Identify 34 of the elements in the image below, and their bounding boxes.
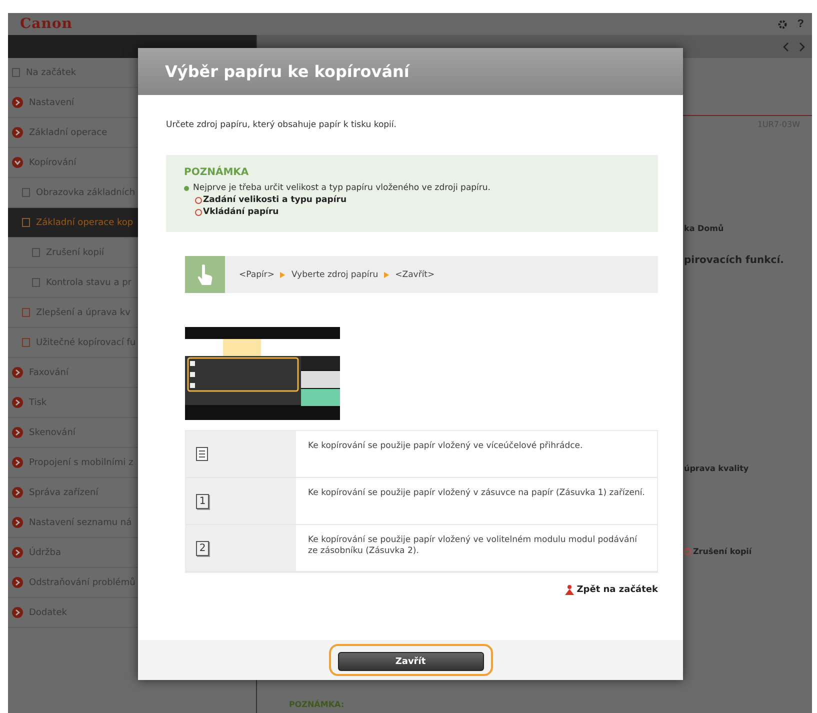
- back-to-top-link[interactable]: Zpět na začátek: [564, 585, 658, 595]
- table-cell-text: Ke kopírování se použije papír vložený ve víceúčelové přihrádce.: [307, 440, 584, 453]
- table-cell-text: Ke kopírování se použije papír vložený v zásuvce na papír (Zásuvka 1) zařízení.: [307, 487, 646, 500]
- multipurpose-tray-icon: [196, 446, 209, 462]
- previous-button[interactable]: [782, 42, 790, 52]
- bullet-icon: [184, 186, 189, 190]
- help-button[interactable]: ?: [797, 18, 804, 30]
- step-text: <Zavřít>: [395, 270, 435, 280]
- note-heading: POZNÁMKA: [184, 167, 250, 178]
- logo: Canon: [20, 16, 72, 32]
- step-text: Vyberte zdroj papíru: [291, 270, 378, 280]
- hand-pointer-icon: [185, 256, 225, 293]
- page-icon: [32, 278, 40, 287]
- arrow-icon: [280, 272, 286, 278]
- page-icon: [12, 68, 20, 77]
- note-heading: POZNÁMKA:: [289, 700, 346, 709]
- next-button[interactable]: [798, 42, 806, 52]
- page-icon: [32, 248, 40, 257]
- page-icon: [22, 188, 30, 197]
- text-fragment: ka Domů: [684, 224, 725, 233]
- text-fragment: úprava kvality: [684, 464, 750, 473]
- drawer-icon: 2: [196, 540, 209, 556]
- dialog-title: Výběr papíru ke kopírování: [138, 48, 683, 95]
- page-link[interactable]: Zrušení kopií: [693, 547, 752, 556]
- section-icon: [22, 338, 30, 347]
- section-icon: [22, 308, 30, 317]
- arrow-icon: [384, 272, 390, 278]
- close-button[interactable]: Zavřít: [338, 652, 484, 672]
- settings-icon[interactable]: [778, 20, 788, 28]
- heading-fragment: pirovacích funkcí.: [684, 255, 785, 266]
- drawer-icon: 1: [196, 494, 209, 508]
- table-cell-text: Ke kopírování se použije papír vložený ve volitelném modulu modul podávání ze zásobníku (Zásuvka 2).: [307, 534, 638, 558]
- page-icon: [22, 218, 30, 227]
- link-icon: [684, 548, 691, 555]
